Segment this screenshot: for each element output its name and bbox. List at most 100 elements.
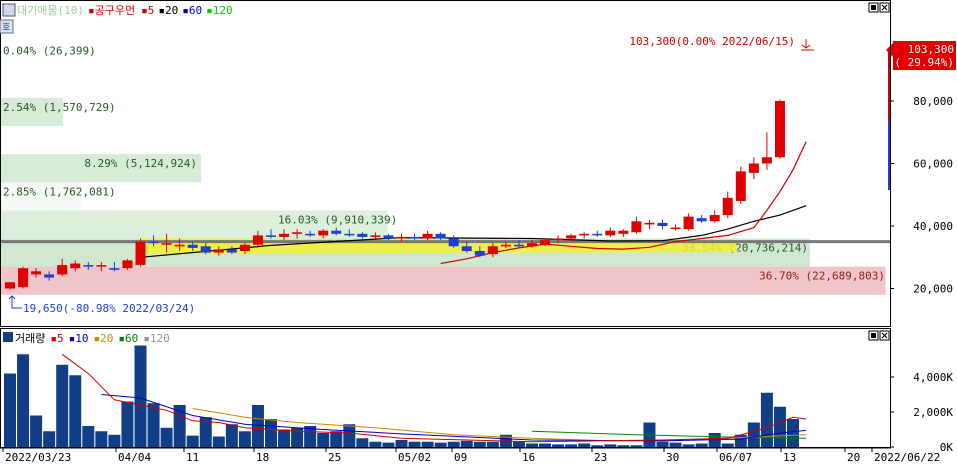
date-tick-label: 16 xyxy=(522,451,535,464)
candle-body xyxy=(618,230,629,234)
candle-body xyxy=(187,244,198,248)
candle-body xyxy=(409,236,420,239)
candle-body xyxy=(109,268,120,270)
candle-body xyxy=(18,268,29,287)
volume-bar xyxy=(604,444,617,447)
candle-body xyxy=(70,263,81,269)
date-tick-label: 13 xyxy=(783,451,796,464)
candle-body xyxy=(435,233,446,239)
candle-body xyxy=(474,251,485,256)
volume-bar xyxy=(225,424,238,447)
candle-body xyxy=(748,163,759,173)
candle-body xyxy=(383,235,394,239)
candle-body xyxy=(566,235,577,239)
volume-profile-band xyxy=(1,266,886,295)
volume-bar xyxy=(278,429,291,447)
candle-body xyxy=(135,241,146,266)
volume-legend-marker: ▪ xyxy=(50,332,57,345)
legend-label: 5 xyxy=(148,4,155,17)
candle-body xyxy=(83,265,94,267)
candle-body xyxy=(579,233,590,236)
side-tab-label: 호 xyxy=(2,22,10,33)
volume-bar xyxy=(356,438,369,447)
date-tick-label: 06/07 xyxy=(719,451,752,464)
volume-bar xyxy=(330,431,343,447)
volume-bar xyxy=(343,424,356,447)
volume-bar xyxy=(447,441,460,447)
volume-bar xyxy=(656,441,669,447)
volume-bar xyxy=(695,443,708,447)
volume-bar xyxy=(17,354,30,447)
candle-body xyxy=(605,230,616,236)
volume-legend-marker: ▪ xyxy=(118,332,125,345)
candle-body xyxy=(657,222,668,226)
volume-bar xyxy=(760,392,773,447)
volume-bar xyxy=(565,444,578,447)
volume-bar xyxy=(238,431,251,447)
candle-body xyxy=(357,233,368,237)
date-tick-label: 11 xyxy=(186,451,199,464)
low-annotation: 19,650(-80.98% 2022/03/24) xyxy=(23,302,195,315)
candle-body xyxy=(722,197,733,216)
volume-bar xyxy=(317,433,330,447)
volume-maximize-icon-inner xyxy=(871,333,876,338)
candle-body xyxy=(761,157,772,164)
candle-body xyxy=(44,274,55,278)
legend-marker: ▪ xyxy=(158,4,165,17)
date-tick-label: 04/04 xyxy=(118,451,151,464)
candle-body xyxy=(448,238,459,247)
volume-menu-icon[interactable] xyxy=(3,332,13,342)
price-tick-label: 40,000 xyxy=(913,220,953,233)
candle-body xyxy=(527,243,537,247)
volume-bar xyxy=(69,375,82,447)
candle-body xyxy=(122,260,133,269)
legend-label: 대기매물(10) xyxy=(17,4,84,17)
volume-legend-label: 120 xyxy=(150,332,170,345)
legend-label: 60 xyxy=(189,4,202,17)
price-side-button[interactable]: 호 xyxy=(0,19,14,34)
candle-body xyxy=(422,233,433,239)
volume-bar xyxy=(617,445,630,447)
legend-marker: ▪ xyxy=(141,4,148,17)
legend-label: 공구우먼 xyxy=(95,4,135,17)
volume-legend-label: 5 xyxy=(57,332,64,345)
legend-label: 120 xyxy=(213,4,233,17)
date-tick-label: 09 xyxy=(454,451,467,464)
volume-bar xyxy=(395,440,408,447)
volume-bar xyxy=(539,443,552,447)
candle-body xyxy=(344,233,355,236)
volume-bar xyxy=(669,442,682,447)
volume-profile-label: 2.54% (1,570,729) xyxy=(3,101,116,114)
candle-body xyxy=(644,222,655,225)
volume-bar xyxy=(421,441,434,447)
candle-body xyxy=(305,233,316,236)
volume-profile-label: 16.03% (9,910,339) xyxy=(278,213,397,226)
date-tick-label: 2022/06/22 xyxy=(874,451,940,464)
volume-bar xyxy=(4,373,16,447)
volume-bar xyxy=(134,345,147,447)
candle-body xyxy=(31,271,42,275)
panel-menu-icon[interactable] xyxy=(2,3,16,17)
volume-bar xyxy=(212,436,225,447)
volume-bar xyxy=(473,441,486,447)
volume-bar xyxy=(486,441,499,447)
candle-body xyxy=(96,265,107,267)
candle-body xyxy=(57,265,68,275)
candle-body xyxy=(148,241,159,244)
volume-tick-label: 0K xyxy=(940,441,954,454)
candle-body xyxy=(5,282,15,289)
candle-body xyxy=(487,246,498,255)
volume-bar xyxy=(56,364,69,447)
volume-legend: 거래량 ▪5 ▪10 ▪20 ▪60 ▪120 xyxy=(3,332,170,345)
volume-profile-label: 36.70% (22,689,803) xyxy=(759,270,885,283)
candle-body xyxy=(266,235,276,237)
volume-bar xyxy=(773,406,786,447)
volume-legend-marker: ▪ xyxy=(94,332,101,345)
volume-bar xyxy=(460,440,473,447)
volume-bar xyxy=(160,427,173,447)
volume-legend-label: 10 xyxy=(75,332,88,345)
candle-body xyxy=(200,246,211,253)
volume-bar xyxy=(682,444,695,447)
volume-legend-title: 거래량 xyxy=(15,332,45,345)
legend-items: 대기매물(10) ▪공구우먼 ▪5 ▪20 ▪60 ▪120 xyxy=(17,4,233,17)
